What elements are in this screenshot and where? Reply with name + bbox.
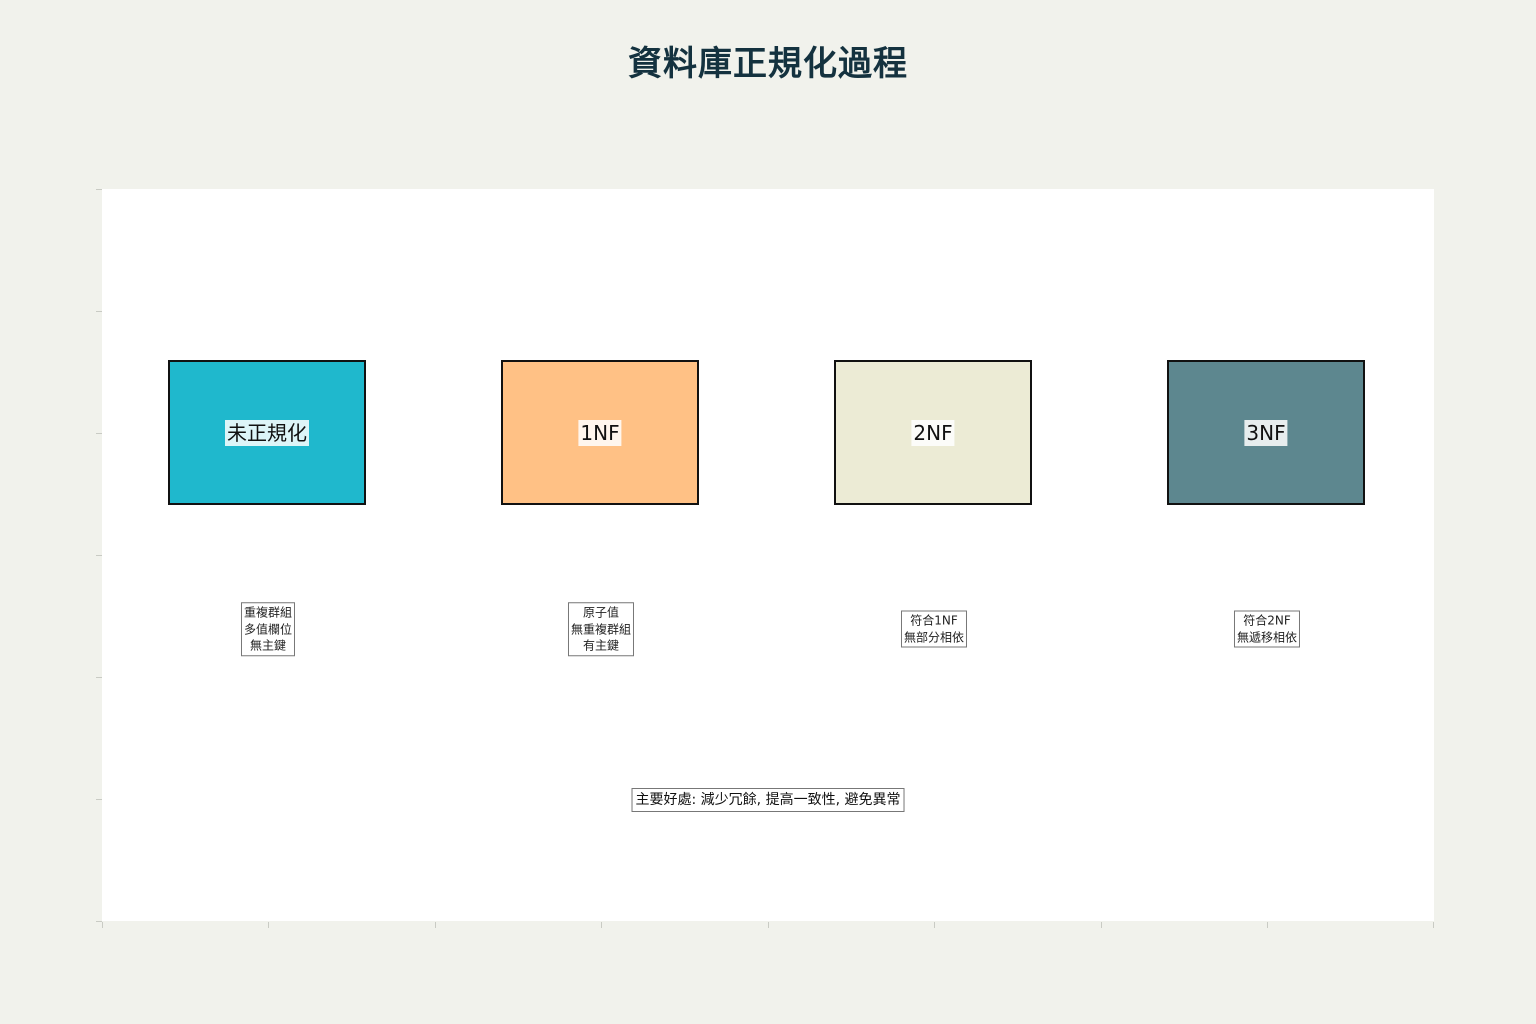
note-line: 無部分相依 [903, 630, 965, 644]
stage-box-2nf: 2NF [834, 360, 1032, 505]
x-axis-tick [934, 922, 935, 928]
note-line: 無遞移相依 [1236, 630, 1298, 644]
stage-box-1nf: 1NF [501, 360, 699, 505]
stage-label: 未正規化 [225, 419, 309, 446]
diagram-area: 未正規化 重複群組 多值欄位 無主鍵 1NF 原子值 無重複群組 有主鍵 2NF… [102, 189, 1434, 921]
x-axis-tick [1101, 922, 1102, 928]
x-axis-tick [435, 922, 436, 928]
note-line: 無重複群組 [570, 621, 632, 636]
note-line: 符合1NF [910, 613, 958, 628]
stage-label: 1NF [578, 419, 622, 446]
x-axis-tick [1267, 922, 1268, 928]
stage-box-unnormalized: 未正規化 [168, 360, 366, 505]
stage-notes-unnormalized: 重複群組 多值欄位 無主鍵 [240, 602, 296, 656]
page: 資料庫正規化過程 未正規化 重複群組 多值欄位 無主鍵 1NF 原子值 無重複群… [0, 0, 1536, 1024]
x-axis-tick [768, 922, 769, 928]
note-line: 多值欄位 [243, 621, 293, 636]
note-line: 原子值 [582, 605, 620, 620]
stage-label: 2NF [911, 419, 955, 446]
diagram-title: 資料庫正規化過程 [628, 44, 908, 84]
benefits-summary: 主要好處: 減少冗餘, 提高一致性, 避免異常 [631, 788, 905, 812]
stage-label: 3NF [1244, 419, 1288, 446]
stage-notes-1nf: 原子值 無重複群組 有主鍵 [567, 602, 635, 656]
stage-box-3nf: 3NF [1167, 360, 1365, 505]
stage-notes-3nf: 符合2NF 無遞移相依 [1233, 610, 1301, 648]
x-axis-tick [268, 922, 269, 928]
note-line: 符合2NF [1243, 613, 1291, 628]
x-axis-tick [601, 922, 602, 928]
note-line: 重複群組 [243, 605, 293, 620]
x-axis-tick [1433, 922, 1434, 928]
stage-notes-2nf: 符合1NF 無部分相依 [900, 610, 968, 648]
note-line: 無主鍵 [249, 638, 287, 653]
note-line: 有主鍵 [582, 638, 620, 653]
x-axis-tick [102, 922, 103, 928]
